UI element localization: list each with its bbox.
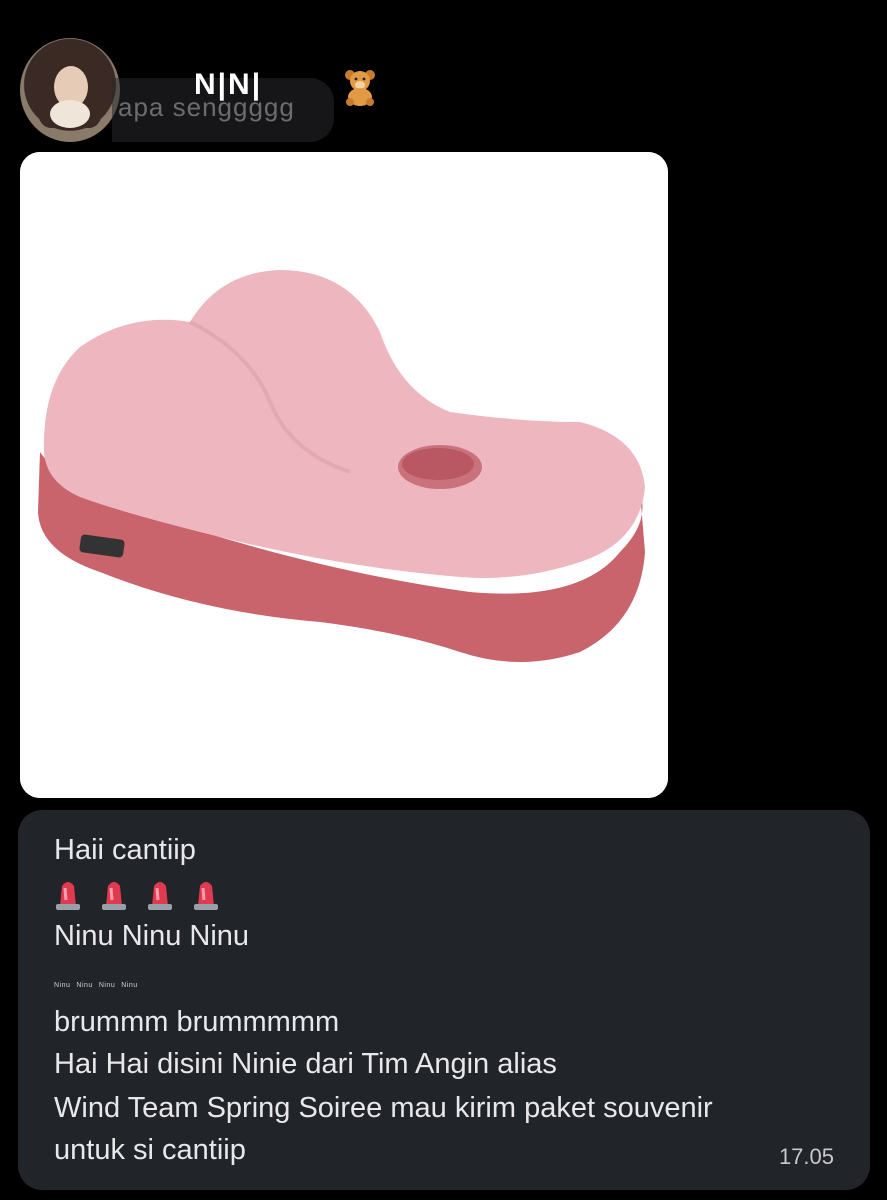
chat-header: apa senggggg N|N| [0, 0, 887, 150]
message-timestamp: 17.05 [778, 1144, 834, 1169]
tiny-text: Ninu [121, 982, 138, 989]
tiny-text: Ninu [98, 982, 116, 989]
tiny-text: Ninu [54, 982, 71, 989]
cushion-photo [20, 152, 668, 798]
message-line-4: untuk si cantiip [54, 1134, 246, 1166]
message-greeting: Haii cantiip [54, 834, 196, 866]
police-siren-icon [56, 882, 80, 910]
message-line-3: Wind Team Spring Soiree mau kirim paket … [54, 1092, 713, 1124]
tiny-text-row: Ninu Ninu Ninu Ninu [54, 982, 138, 989]
contact-name[interactable]: N|N| [194, 68, 262, 102]
tiny-text: Ninu [76, 982, 93, 989]
text-message[interactable]: Haii cantiip Ninu Ninu Ninu Ninu Ninu Ni… [18, 810, 870, 1190]
image-message[interactable] [20, 152, 668, 798]
siren-emoji-row [54, 878, 220, 910]
avatar-hand [50, 100, 90, 128]
message-line-2: Hai Hai disini Ninie dari Tim Angin alia… [54, 1048, 557, 1080]
message-line-1: brummm brummmmm [54, 1006, 340, 1038]
teddy-bear-icon [345, 70, 375, 106]
message-ninu: Ninu Ninu Ninu [54, 920, 250, 952]
police-siren-icon [102, 882, 126, 910]
contact-avatar[interactable] [20, 38, 120, 142]
police-siren-icon [194, 882, 218, 910]
police-siren-icon [148, 882, 172, 910]
